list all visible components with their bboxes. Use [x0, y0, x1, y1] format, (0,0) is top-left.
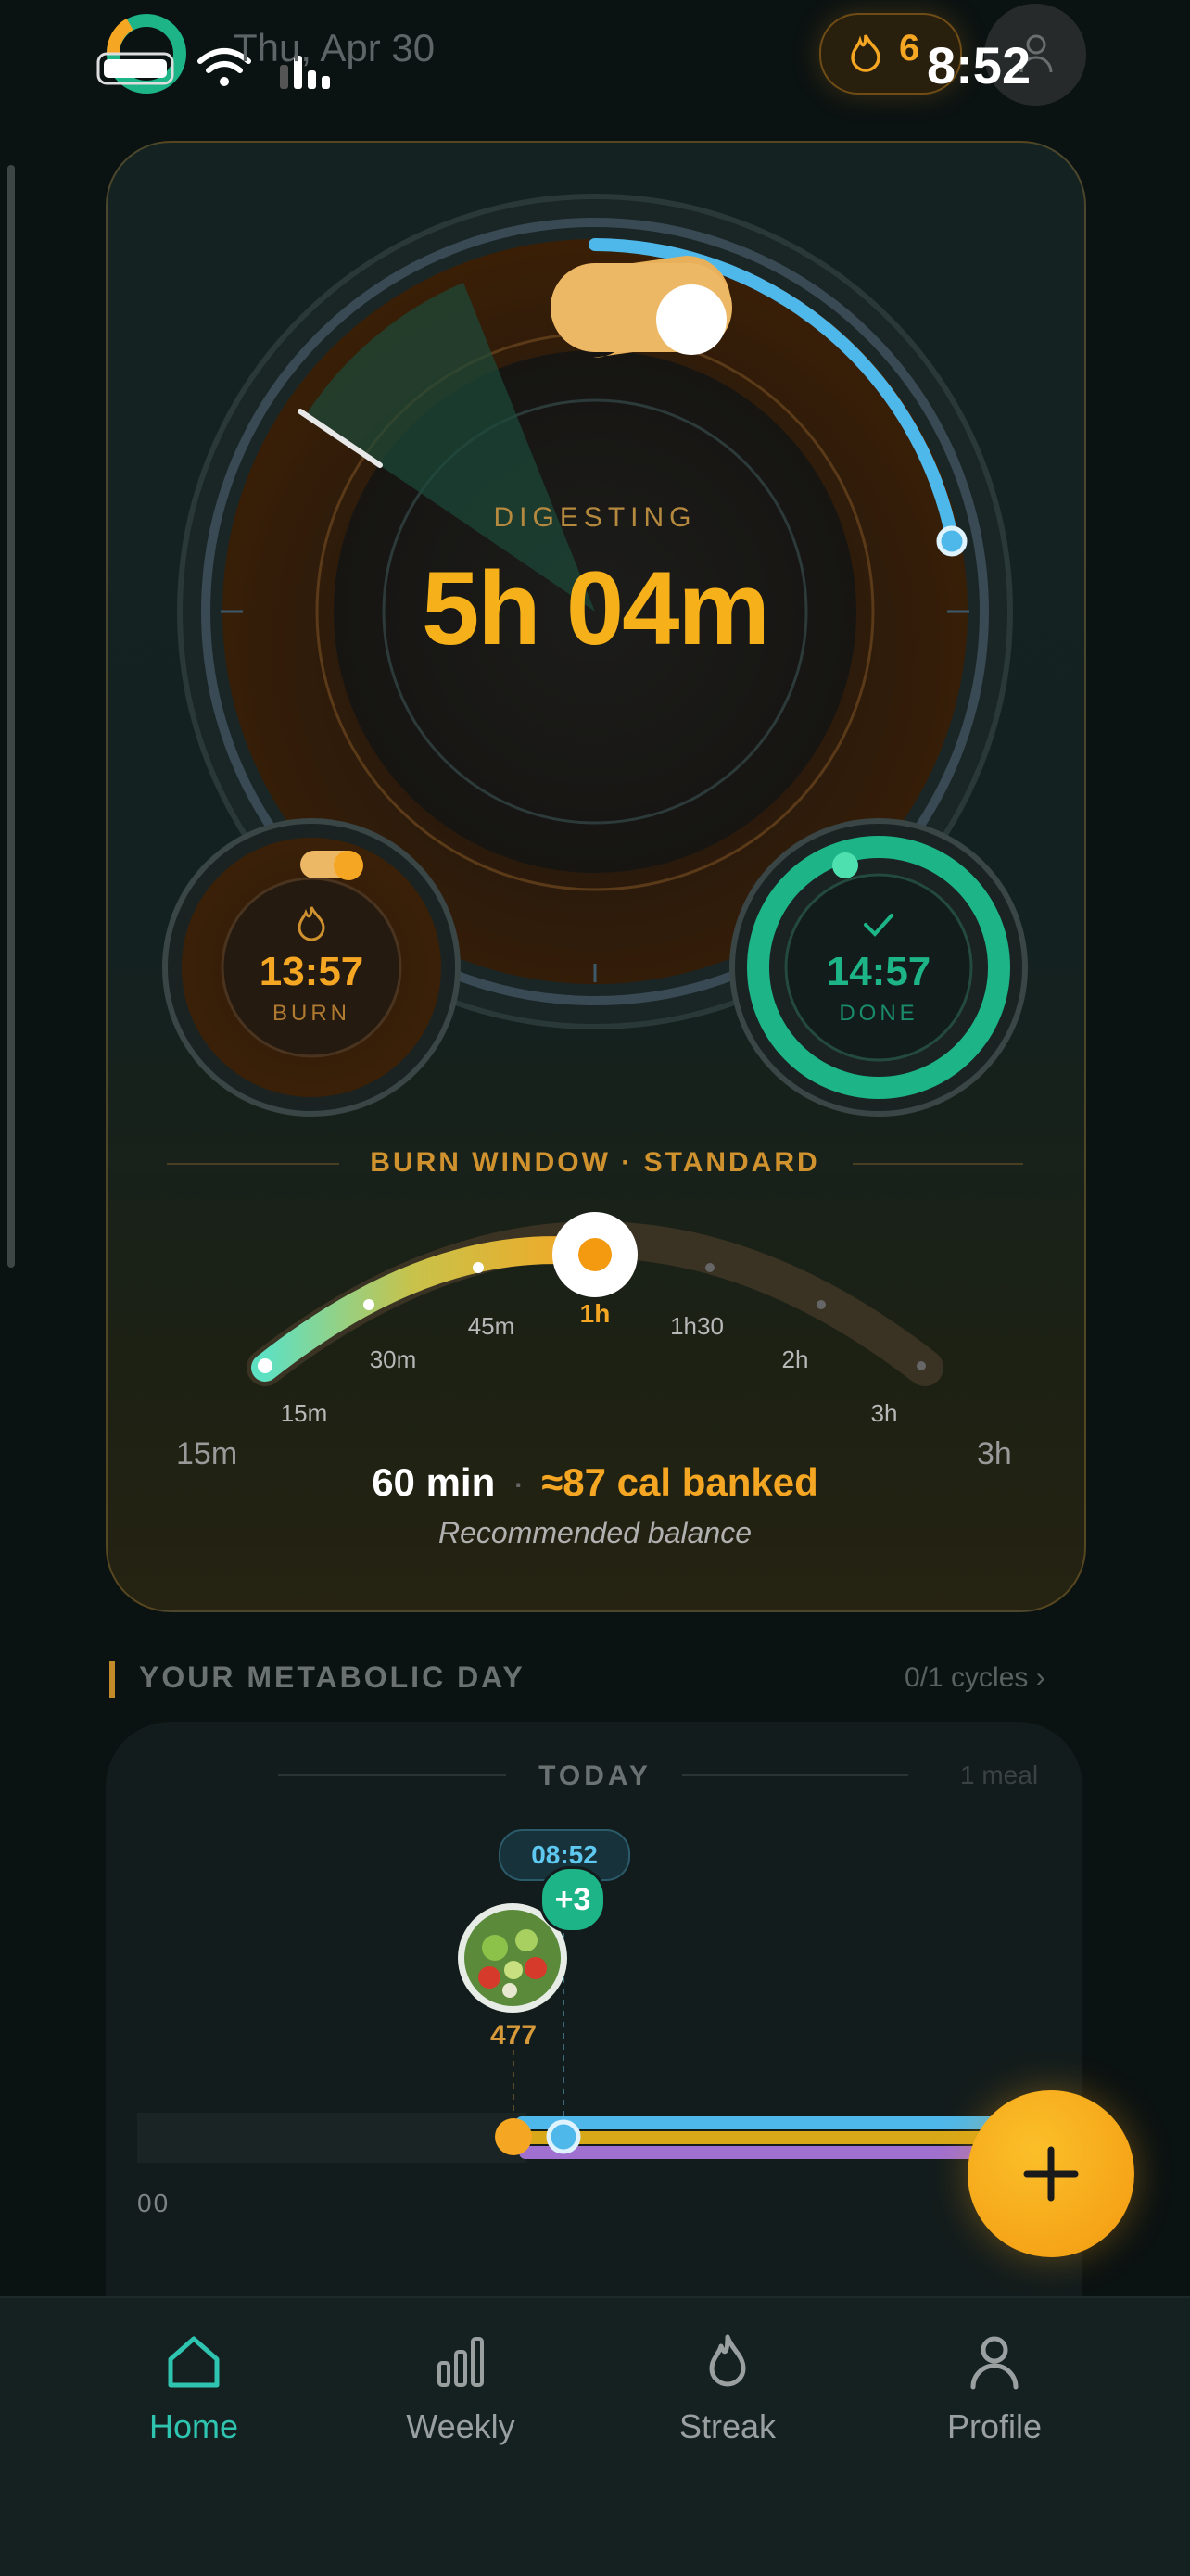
cycles-link[interactable]: 0/1 cycles ›: [905, 1662, 1045, 1694]
add-meal-button[interactable]: [968, 2090, 1134, 2257]
hour-start-label: 00: [137, 2189, 171, 2217]
tick-3h[interactable]: 3h: [838, 1399, 930, 1428]
section-accent: [109, 1661, 115, 1698]
calories-banked: ≈87 cal banked: [541, 1460, 818, 1504]
digestion-dial: [162, 194, 1028, 1386]
home-icon: [168, 2336, 220, 2388]
digest-state-label: DIGESTING: [493, 502, 697, 533]
nav-profile-label: Profile: [946, 2407, 1043, 2445]
cycles-text: 0/1 cycles: [905, 1662, 1029, 1693]
nav-streak-label: Streak: [678, 2407, 777, 2445]
section-title: YOUR METABOLIC DAY: [139, 1661, 525, 1694]
nav-home[interactable]: Home: [87, 2330, 300, 2446]
meal-calories: 477: [489, 2020, 538, 2051]
done-time: 14:57: [826, 949, 931, 994]
flame-icon: [298, 906, 325, 941]
burn-window-title: BURN WINDOW · STANDARD: [370, 1147, 820, 1178]
chevron-right-icon: ›: [1035, 1662, 1045, 1693]
nav-weekly[interactable]: Weekly: [354, 2330, 567, 2446]
elapsed-timer: 5h 04m: [422, 550, 770, 666]
done-label: DONE: [839, 1001, 918, 1026]
burn-time: 13:57: [259, 949, 364, 994]
user-icon: [970, 2336, 1019, 2390]
burn-summary: 60 min · ≈87 cal banked: [372, 1460, 818, 1504]
recommend-hint: Recommended balance: [438, 1516, 752, 1549]
nav-weekly-label: Weekly: [406, 2407, 515, 2445]
plus-icon: [1023, 2146, 1079, 2202]
nav-profile[interactable]: Profile: [888, 2330, 1101, 2446]
check-icon: [864, 914, 893, 937]
nav-home-label: Home: [148, 2407, 239, 2445]
burn-minutes: 60 min: [372, 1460, 496, 1504]
nav-streak[interactable]: Streak: [621, 2330, 834, 2446]
tick-2h[interactable]: 2h: [749, 1345, 842, 1374]
meal-count: 1 meal: [960, 1761, 1039, 1789]
burn-label: BURN: [272, 1001, 350, 1026]
bar-chart-icon: [437, 2337, 484, 2387]
tick-45m[interactable]: 45m: [445, 1312, 538, 1341]
extra-meals-badge[interactable]: +3: [539, 1866, 606, 1933]
tick-30m[interactable]: 30m: [347, 1345, 439, 1374]
flame-icon: [709, 2334, 746, 2387]
tick-15m[interactable]: 15m: [258, 1399, 350, 1428]
tick-1h[interactable]: 1h: [549, 1299, 641, 1329]
tick-1h30[interactable]: 1h30: [651, 1312, 743, 1341]
